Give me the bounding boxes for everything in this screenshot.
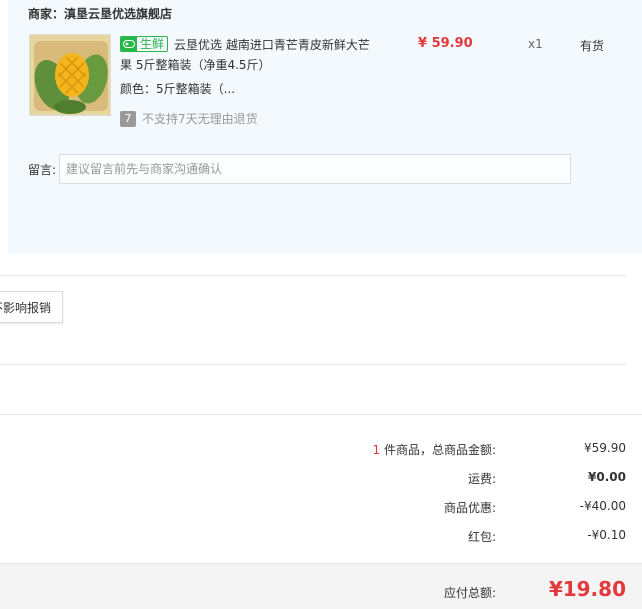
- merchant-name[interactable]: 滇垦云垦优选旗舰店: [64, 7, 172, 21]
- divider: [0, 364, 626, 365]
- invoice-button[interactable]: 不影响报销: [0, 291, 63, 323]
- summary-goods-label: 1 件商品，总商品金额:: [373, 441, 497, 458]
- fresh-tag: 生鲜: [120, 36, 169, 52]
- summary-redpacket-value: -¥0.10: [587, 528, 626, 542]
- message-input[interactable]: [59, 154, 571, 184]
- summary-discount-label: 商品优惠:: [443, 501, 496, 515]
- fresh-icon: [121, 37, 137, 51]
- product-color: 颜色：5斤整箱装（...: [120, 80, 235, 97]
- total-value: ¥19.80: [548, 577, 626, 601]
- product-title[interactable]: 生鲜 云垦优选 越南进口青芒青皮新鲜大芒果 5斤整箱装（净重4.5斤）: [120, 35, 370, 75]
- summary-discount-value: -¥40.00: [579, 499, 626, 513]
- summary-goods-row: 1 件商品，总商品金额: ¥59.90: [0, 441, 627, 461]
- summary-count: 1: [372, 443, 381, 457]
- summary-shipping-label: 运费:: [467, 472, 496, 486]
- message-label: 留言:: [28, 163, 57, 177]
- summary-discount-row: 商品优惠: -¥40.00: [0, 499, 626, 519]
- summary-shipping-value: ¥0.00: [588, 470, 626, 484]
- summary-shipping-row: 运费: ¥0.00: [0, 470, 626, 490]
- merchant-label: 商家：: [28, 7, 65, 21]
- total-label: 应付总额:: [443, 586, 496, 600]
- product-thumbnail[interactable]: [29, 34, 111, 116]
- color-value: 5斤整箱装（...: [156, 82, 236, 96]
- stock-status: 有货: [580, 39, 605, 53]
- summary-redpacket-row: 红包: -¥0.10: [0, 528, 626, 548]
- no-return-icon: 7: [120, 110, 136, 127]
- shop-panel: 商家：滇垦云垦优选旗舰店 生鲜 云垦优选 越南进口青芒青皮新鲜大芒果 5斤整箱装…: [8, 0, 642, 254]
- merchant-row: 商家：滇垦云垦优选旗舰店: [28, 5, 172, 22]
- summary-redpacket-label: 红包:: [467, 530, 496, 544]
- divider: [0, 275, 626, 276]
- summary-goods-text: 件商品，总商品金额:: [380, 443, 496, 457]
- color-label: 颜色：: [120, 82, 157, 96]
- mango-image: [30, 35, 110, 115]
- return-policy-text: 不支持7天无理由退货: [142, 112, 258, 126]
- return-policy: 7 不支持7天无理由退货: [120, 110, 258, 127]
- summary-goods-value: ¥59.90: [584, 441, 626, 455]
- item-quantity: x1: [528, 37, 543, 51]
- item-price: ¥ 59.90: [418, 36, 473, 51]
- divider: [0, 414, 642, 415]
- fresh-tag-label: 生鲜: [140, 37, 165, 51]
- total-bar: 应付总额: ¥19.80: [0, 563, 642, 609]
